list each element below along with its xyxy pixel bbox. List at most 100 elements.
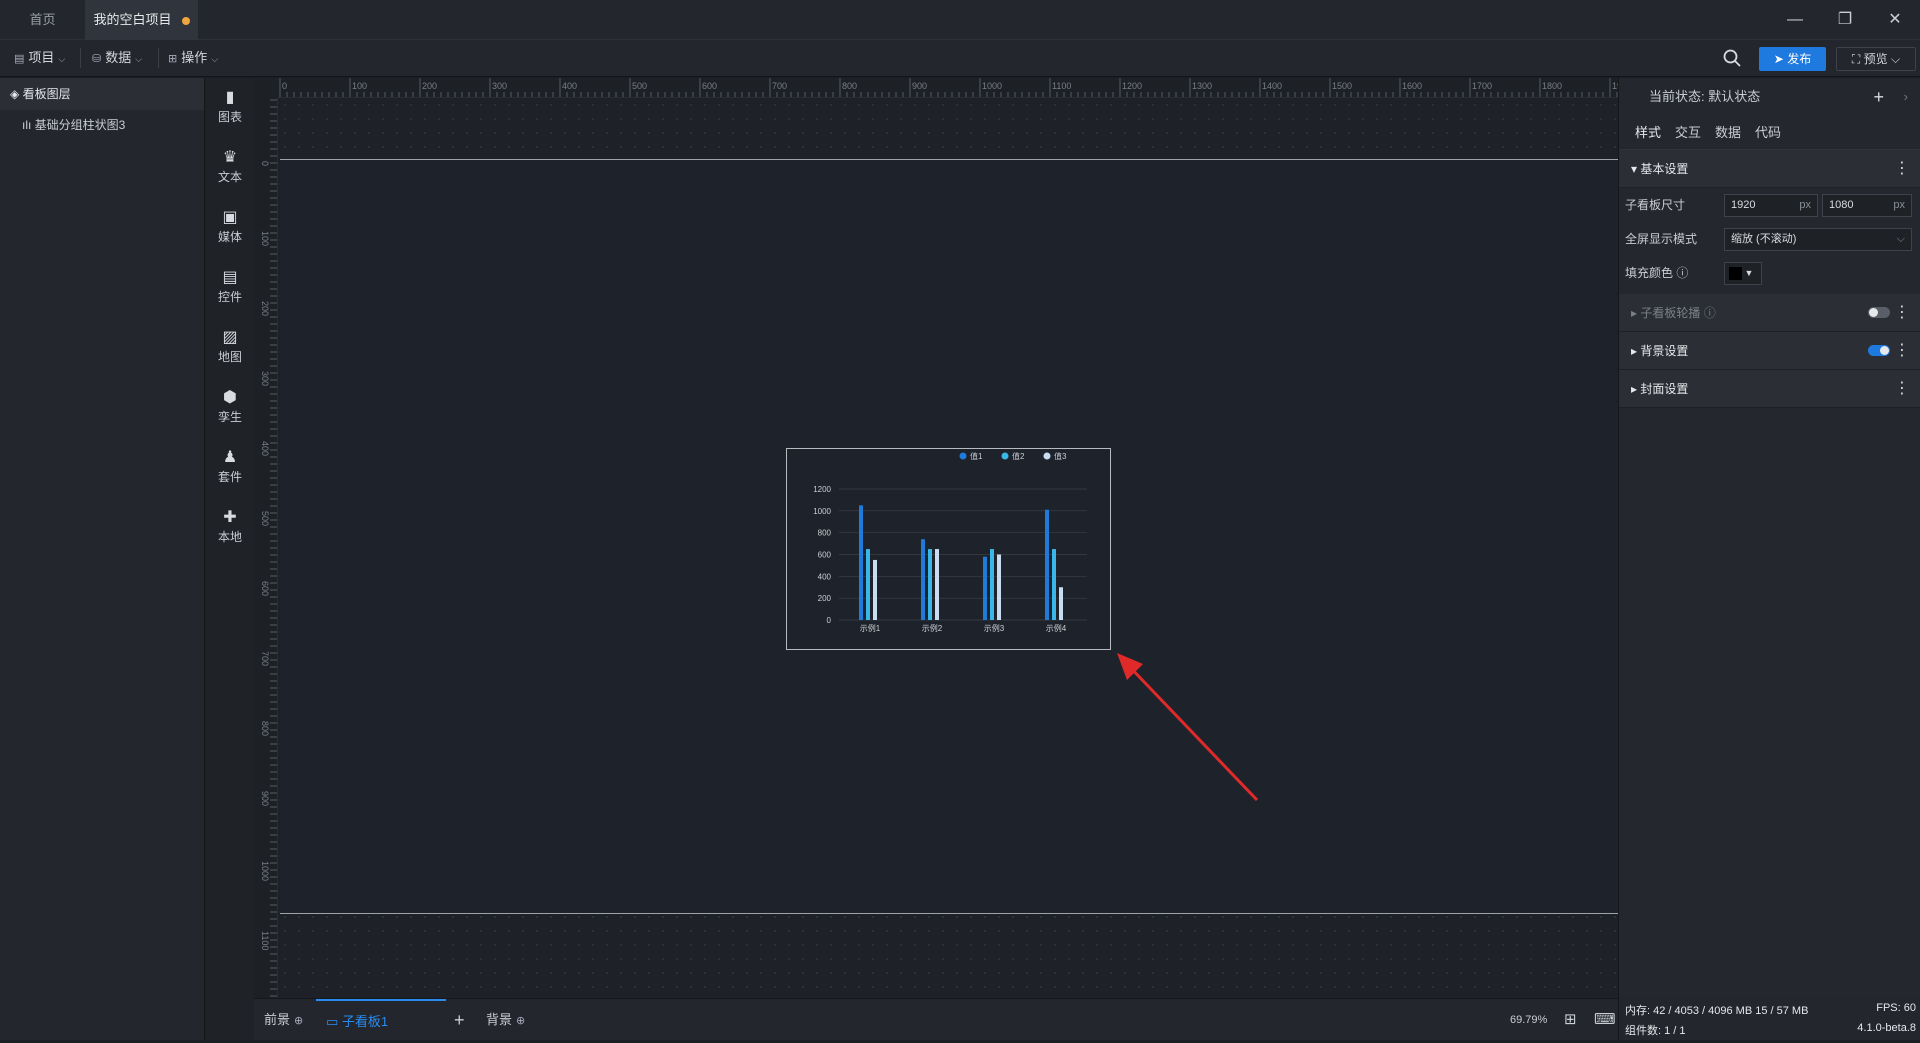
size-row: 子看板尺寸 1920 px 1080 px <box>1619 188 1920 222</box>
component-widget[interactable]: ▤ 控件 <box>206 268 254 305</box>
ruler-label: 500 <box>632 81 647 91</box>
panel-tabs: 样式 交互 数据 代码 <box>1619 116 1920 152</box>
component-puzzle[interactable]: ✚ 本地 <box>206 508 254 545</box>
ruler-label: 1200 <box>1122 81 1142 91</box>
bar[interactable] <box>1052 549 1056 620</box>
tab-project-label: 我的空白项目 <box>93 12 172 27</box>
component-count: 组件数: 1 / 1 <box>1625 1025 1686 1037</box>
fill-row: 填充颜色 ⓘ ▼ <box>1619 256 1920 290</box>
publish-button[interactable]: ➤ 发布 <box>1759 47 1826 71</box>
component-suite[interactable]: ♟ 套件 <box>206 448 254 485</box>
restore-button[interactable]: ❐ <box>1820 0 1870 40</box>
preview-button[interactable]: ⛶ 预览 ⌵ <box>1836 47 1916 71</box>
component-twin[interactable]: ⬢ 孪生 <box>206 388 254 425</box>
layers-title: 看板图层 <box>22 87 71 101</box>
component-bar-chart[interactable]: ▮ 图表 <box>206 88 254 125</box>
zoom-level[interactable]: 69.79% <box>1510 999 1547 1041</box>
tab-sub-board[interactable]: ▭ 子看板1 <box>316 999 446 1041</box>
bar[interactable] <box>921 539 925 620</box>
more-icon[interactable]: ⋮ <box>1894 150 1910 188</box>
ruler-label: 400 <box>260 441 270 456</box>
component-label: 媒体 <box>217 230 242 244</box>
bar[interactable] <box>873 559 877 620</box>
bar[interactable] <box>997 554 1001 621</box>
more-icon[interactable]: ⋮ <box>1894 294 1910 332</box>
tab-style[interactable]: 样式 <box>1627 116 1670 152</box>
twin-icon: ⬢ <box>223 389 237 406</box>
keyboard-icon[interactable]: ⌨ <box>1594 999 1616 1041</box>
section-background[interactable]: ▸ 背景设置 ⋮ <box>1619 332 1920 370</box>
section-basic[interactable]: ▾ 基本设置 ⋮ <box>1619 150 1920 188</box>
add-circle-icon[interactable]: ⊕ <box>516 1015 525 1027</box>
widget-icon: ▤ <box>222 269 238 286</box>
y-tick-label: 0 <box>827 616 832 625</box>
carousel-toggle[interactable] <box>1868 307 1890 318</box>
add-board-button[interactable]: + <box>454 999 465 1041</box>
tab-foreground-label: 前景 <box>264 1012 291 1027</box>
tab-sub-board-label: 子看板1 <box>341 1014 389 1029</box>
component-text[interactable]: ♛ 文本 <box>206 148 254 185</box>
ruler-label: 800 <box>260 721 270 736</box>
layers-header: ◈ 看板图层 <box>0 78 204 110</box>
add-state-icon[interactable]: + <box>1873 78 1884 116</box>
component-media[interactable]: ▣ 媒体 <box>206 208 254 245</box>
tab-code[interactable]: 代码 <box>1755 116 1781 150</box>
ruler-label: 100 <box>352 81 367 91</box>
tab-data[interactable]: 数据 <box>1715 116 1741 150</box>
toggle-knob <box>1869 308 1878 317</box>
legend-label[interactable]: 值2 <box>1012 451 1025 461</box>
search-icon[interactable] <box>1722 48 1742 68</box>
x-tick-label: 示例4 <box>1046 623 1067 633</box>
bar[interactable] <box>928 549 932 620</box>
chart-widget[interactable]: 0 200 400 600 800 1000 1200 示例1 示例2 示例3 示例4 值1 值2 值3 <box>786 448 1111 650</box>
fill-color-picker[interactable]: ▼ <box>1724 262 1762 285</box>
close-button[interactable]: ✕ <box>1870 0 1920 40</box>
bar[interactable] <box>935 549 939 620</box>
bar[interactable] <box>983 556 987 620</box>
status-bar: 内存: 42 / 4053 / 4096 MB 15 / 57 MB FPS: … <box>1618 998 1920 1040</box>
tab-interaction[interactable]: 交互 <box>1675 116 1701 150</box>
more-icon[interactable]: ⋮ <box>1894 332 1910 370</box>
section-carousel[interactable]: ▸ 子看板轮播 ⓘ ⋮ <box>1619 294 1920 332</box>
bar[interactable] <box>859 505 863 620</box>
ruler-label: 1100 <box>260 931 270 950</box>
bar[interactable] <box>866 549 870 620</box>
ruler-label: 200 <box>260 301 270 316</box>
legend-label[interactable]: 值3 <box>1054 451 1067 461</box>
version-label: 4.1.0-beta.8 <box>1857 1022 1916 1034</box>
component-label: 控件 <box>217 290 242 304</box>
more-icon[interactable]: ⋮ <box>1894 370 1910 408</box>
component-label: 孪生 <box>217 410 242 424</box>
tab-foreground[interactable]: 前景 ⊕ <box>264 999 303 1041</box>
component-map[interactable]: ▨ 地图 <box>206 328 254 365</box>
bar[interactable] <box>1059 587 1063 620</box>
legend-marker <box>1001 452 1009 460</box>
grid-icon: ⊞ <box>168 53 178 65</box>
ruler-label: 1000 <box>982 81 1002 91</box>
add-circle-icon[interactable]: ⊕ <box>294 1015 303 1027</box>
fit-screen-icon[interactable]: ⊞ <box>1564 999 1577 1041</box>
fullscreen-value: 缩放 (不滚动) <box>1731 233 1797 245</box>
chevron-right-icon[interactable]: › <box>1904 78 1908 116</box>
tab-home[interactable]: 首页 <box>0 0 85 40</box>
tab-background[interactable]: 背景 ⊕ <box>486 999 525 1041</box>
tab-project[interactable]: 我的空白项目 <box>85 0 198 40</box>
layer-item[interactable]: ılı 基础分组柱状图3 <box>0 110 204 140</box>
ruler-label: 1100 <box>1052 81 1071 91</box>
y-tick-label: 600 <box>818 551 832 560</box>
menu-operate[interactable]: ⊞ 操作 ⌵ <box>168 40 218 76</box>
minimize-button[interactable]: — <box>1770 0 1820 40</box>
section-cover[interactable]: ▸ 封面设置 ⋮ <box>1619 370 1920 408</box>
background-toggle[interactable] <box>1868 345 1890 356</box>
height-input[interactable]: 1080 px <box>1822 194 1912 217</box>
ruler-label: 1500 <box>1332 81 1352 91</box>
fullscreen-select[interactable]: 缩放 (不滚动) ⌵ <box>1724 228 1912 251</box>
bar[interactable] <box>1045 509 1049 620</box>
width-input[interactable]: 1920 px <box>1724 194 1818 217</box>
help-icon: ⓘ <box>1703 306 1716 320</box>
component-label: 套件 <box>217 470 242 484</box>
legend-label[interactable]: 值1 <box>970 451 983 461</box>
bar[interactable] <box>990 549 994 620</box>
menu-project[interactable]: ▤ 项目 ⌵ <box>14 40 65 76</box>
menu-data[interactable]: ⛁ 数据 ⌵ <box>92 40 142 76</box>
